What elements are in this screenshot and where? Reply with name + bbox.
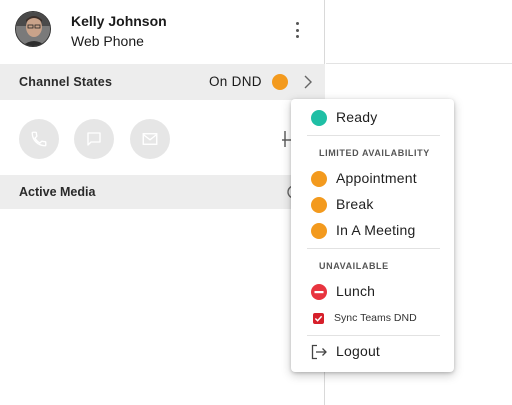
status-menu: Ready LIMITED AVAILABILITY Appointment B… <box>291 99 454 372</box>
menu-item-logout[interactable]: Logout <box>291 340 454 364</box>
profile-header: Kelly Johnson Web Phone <box>0 0 325 64</box>
agent-panel: Kelly Johnson Web Phone Channel States O… <box>0 0 325 405</box>
detail-divider <box>326 63 512 64</box>
avatar[interactable] <box>15 11 51 47</box>
sync-teams-checkbox[interactable] <box>313 313 324 324</box>
logout-icon <box>311 344 327 360</box>
in-a-meeting-dot <box>311 223 327 239</box>
unavailable-heading: UNAVAILABLE <box>319 261 389 271</box>
menu-divider <box>307 248 440 249</box>
user-name: Kelly Johnson <box>71 13 167 29</box>
sync-teams-label: Sync Teams DND <box>334 312 417 324</box>
menu-item-in-a-meeting[interactable]: In A Meeting <box>291 219 454 243</box>
email-button[interactable] <box>130 119 170 159</box>
appointment-dot <box>311 171 327 187</box>
menu-item-label: Ready <box>336 109 378 125</box>
active-media-bar: Active Media <box>0 175 325 209</box>
check-icon <box>314 315 323 322</box>
menu-divider <box>307 335 440 336</box>
menu-item-label: Appointment <box>336 170 417 186</box>
limited-availability-heading: LIMITED AVAILABILITY <box>319 148 430 158</box>
chat-button[interactable] <box>74 119 114 159</box>
menu-item-label: Lunch <box>336 283 376 299</box>
menu-item-ready[interactable]: Ready <box>291 106 454 130</box>
more-vert-icon[interactable] <box>288 20 306 40</box>
menu-item-appointment[interactable]: Appointment <box>291 167 454 191</box>
channel-state-dot <box>272 74 288 90</box>
break-dot <box>311 197 327 213</box>
phone-icon <box>31 131 47 147</box>
ready-dot <box>311 110 327 126</box>
chevron-right-icon[interactable] <box>300 74 316 90</box>
channel-state-value: On DND <box>209 74 262 89</box>
active-media-label: Active Media <box>19 185 96 199</box>
user-device: Web Phone <box>71 33 144 49</box>
chat-icon <box>87 132 101 146</box>
menu-item-break[interactable]: Break <box>291 193 454 217</box>
do-not-disturb-icon <box>311 284 327 300</box>
menu-item-label: Logout <box>336 343 381 359</box>
agent-app: Kelly Johnson Web Phone Channel States O… <box>0 0 512 405</box>
mail-icon <box>142 133 158 145</box>
menu-item-lunch[interactable]: Lunch <box>291 280 454 304</box>
menu-divider <box>307 135 440 136</box>
menu-item-label: Break <box>336 196 374 212</box>
sync-teams-dnd-option[interactable]: Sync Teams DND <box>291 306 454 330</box>
menu-item-label: In A Meeting <box>336 222 416 238</box>
media-buttons <box>0 100 325 175</box>
phone-button[interactable] <box>19 119 59 159</box>
channel-states-label: Channel States <box>19 75 113 89</box>
